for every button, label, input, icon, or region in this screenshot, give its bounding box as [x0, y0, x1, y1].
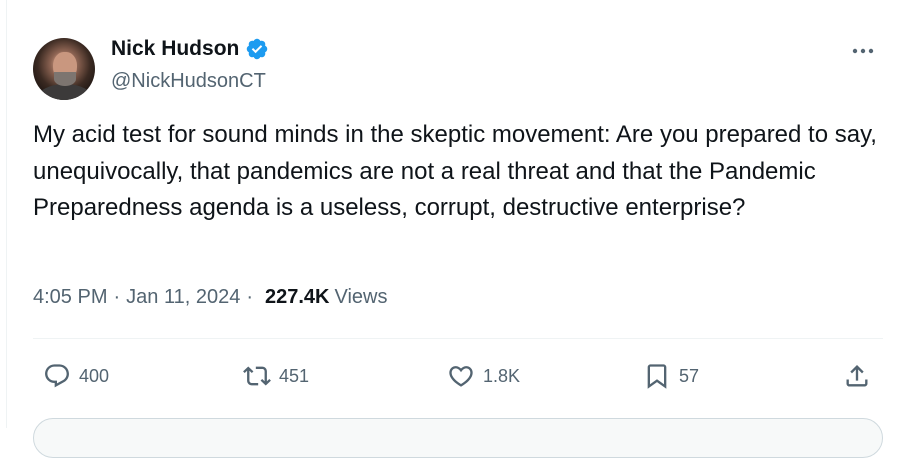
views-label: Views	[334, 286, 388, 308]
heart-icon	[449, 366, 473, 387]
bookmark-count: 57	[679, 365, 700, 386]
avatar[interactable]	[33, 38, 95, 100]
tweet-card: Nick Hudson @NickHudsonCT My acid test f…	[6, 0, 900, 458]
reply-count: 400	[79, 365, 110, 386]
tweet-date[interactable]: Jan 11, 2024	[126, 286, 240, 309]
verified-badge-icon[interactable]	[245, 37, 269, 61]
author-display-name[interactable]: Nick Hudson	[111, 37, 269, 61]
action-bar: 400 451 1.8K 57	[43, 358, 879, 394]
reply-composer[interactable]	[33, 418, 883, 458]
reply-button[interactable]: 400	[43, 358, 109, 394]
avatar-beard	[54, 72, 76, 86]
share-icon	[846, 365, 868, 387]
reply-icon	[45, 364, 69, 388]
tweet-time[interactable]: 4:05 PM	[33, 286, 107, 309]
more-options-button[interactable]	[843, 36, 883, 66]
like-count: 1.8K	[483, 365, 521, 386]
views-count[interactable]: 227.4K	[265, 286, 330, 309]
author-name-text: Nick Hudson	[111, 37, 240, 60]
more-dots-icon	[852, 48, 874, 54]
divider	[33, 338, 883, 339]
tweet-text: My acid test for sound minds in the skep…	[33, 121, 877, 221]
author-handle[interactable]: @NickHudsonCT	[111, 70, 266, 93]
retweet-count: 451	[279, 365, 310, 386]
avatar-shoulders	[37, 84, 93, 100]
like-button[interactable]: 1.8K	[447, 358, 520, 394]
retweet-button[interactable]: 451	[243, 358, 309, 394]
bookmark-icon	[647, 364, 667, 389]
share-button[interactable]	[843, 358, 871, 394]
bookmark-button[interactable]: 57	[643, 358, 699, 394]
meta-separator: ·	[113, 286, 121, 308]
tweet-metadata: 4:05 PM · Jan 11, 2024 · 227.4K Views	[33, 286, 388, 309]
meta-separator-2: ·	[246, 286, 253, 308]
retweet-icon	[243, 366, 271, 386]
